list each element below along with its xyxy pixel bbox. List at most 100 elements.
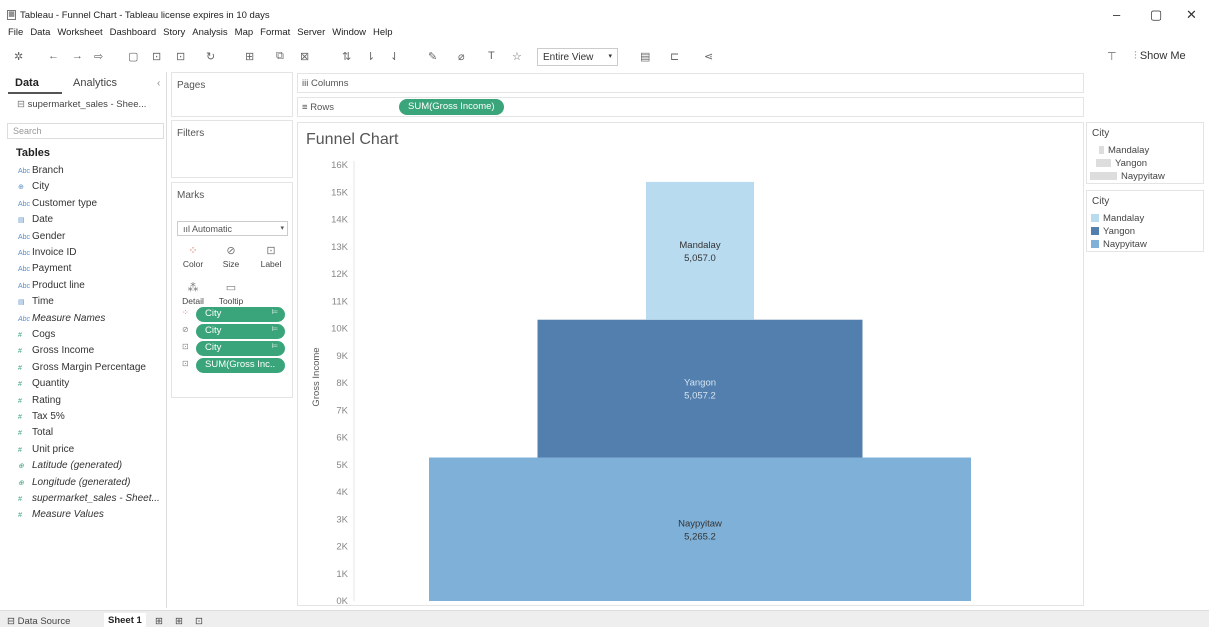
field-item[interactable]: Abc Payment — [18, 263, 71, 274]
size-legend-item[interactable]: Naypyitaw — [1090, 171, 1165, 182]
pages-card[interactable]: Pages — [171, 72, 293, 117]
rows-pill-gross-income[interactable]: SUM(Gross Income) — [399, 99, 504, 115]
size-legend-item[interactable]: Yangon — [1096, 158, 1147, 169]
color-legend-item[interactable]: Mandalay — [1091, 213, 1144, 224]
filters-card[interactable]: Filters — [171, 120, 293, 178]
maximize-button[interactable]: ▢ — [1150, 7, 1162, 23]
new-worksheet-icon[interactable]: ⊞ — [155, 616, 163, 627]
field-item[interactable]: Abc Product line — [18, 280, 85, 291]
columns-shelf[interactable]: iii Columns — [297, 73, 1084, 93]
tooltip-button[interactable]: ▭ Tooltip — [215, 280, 247, 306]
size-legend[interactable]: City Mandalay Yangon Naypyitaw — [1086, 122, 1204, 184]
show-me-button[interactable]: ⫶ Show Me — [1134, 50, 1186, 63]
field-item[interactable]: # supermarket_sales - Sheet... — [18, 493, 160, 504]
color-button[interactable]: ⁘ Color — [177, 243, 209, 269]
labels-icon[interactable]: T — [488, 50, 495, 62]
color-legend-item[interactable]: Yangon — [1091, 226, 1135, 237]
fix-axes-icon[interactable]: ☆ — [512, 50, 522, 63]
share-icon[interactable]: ⋖ — [704, 50, 713, 63]
detail-button[interactable]: ⁂ Detail — [177, 280, 209, 306]
color-legend[interactable]: City Mandalay Yangon Naypyitaw — [1086, 190, 1204, 252]
cards-icon[interactable]: ▤ — [640, 50, 650, 63]
menu-dashboard[interactable]: Dashboard — [110, 27, 156, 38]
minimize-button[interactable]: – — [1113, 7, 1120, 22]
label-button[interactable]: ⊡ Label — [255, 243, 287, 269]
close-button[interactable]: ✕ — [1186, 7, 1197, 23]
color-legend-label: Yangon — [1103, 226, 1136, 237]
new-worksheet-icon[interactable]: ⊞ — [245, 50, 254, 63]
redo-icon[interactable]: → — [72, 50, 83, 62]
tab-analytics[interactable]: Analytics — [73, 77, 117, 89]
field-item[interactable]: # Measure Values — [18, 509, 104, 520]
field-item[interactable]: # Tax 5% — [18, 411, 65, 422]
new-story-icon[interactable]: ⊡ — [195, 616, 203, 627]
menu-data[interactable]: Data — [30, 27, 50, 38]
sort-descending-icon[interactable]: ⇃ — [390, 50, 399, 63]
new-dashboard-icon[interactable]: ⊞ — [175, 616, 183, 627]
datasource-item[interactable]: ⊟ supermarket_sales - Shee... — [17, 99, 146, 110]
menu-analysis[interactable]: Analysis — [192, 27, 227, 38]
fit-dropdown[interactable]: Entire View ▾ — [537, 48, 618, 66]
field-item[interactable]: ⊕ Longitude (generated) — [18, 477, 130, 488]
menu-worksheet[interactable]: Worksheet — [57, 27, 102, 38]
field-item[interactable]: # Cogs — [18, 329, 55, 340]
pin-icon[interactable]: ⊤ — [1107, 50, 1117, 63]
field-item[interactable]: # Gross Income — [18, 345, 94, 356]
field-item[interactable]: Abc Measure Names — [18, 313, 105, 324]
clear-sheet-icon[interactable]: ⊠ — [300, 50, 309, 63]
marks-pill-size-city[interactable]: City ⊨ — [196, 324, 285, 339]
save-icon[interactable]: ▢ — [128, 50, 138, 63]
field-item[interactable]: Abc Invoice ID — [18, 247, 76, 258]
y-tick-label: 15K — [331, 187, 349, 198]
field-item[interactable]: Abc Branch — [18, 165, 64, 176]
new-datasource-icon[interactable]: ⊡ — [152, 50, 161, 63]
menu-format[interactable]: Format — [260, 27, 290, 38]
marks-pill-label-gross-income[interactable]: SUM(Gross Inc.. — [196, 358, 285, 373]
size-legend-item[interactable]: Mandalay — [1099, 145, 1149, 156]
replay-icon[interactable]: ⇨ — [94, 50, 103, 63]
menu-server[interactable]: Server — [297, 27, 325, 38]
color-legend-item[interactable]: Naypyitaw — [1091, 239, 1147, 250]
refresh-icon[interactable]: ↻ — [206, 50, 215, 63]
sheet-tab[interactable]: Sheet 1 — [104, 613, 146, 628]
field-item[interactable]: ▤ Time — [18, 296, 54, 307]
group-icon[interactable]: ⌀ — [458, 50, 465, 63]
tab-data[interactable]: Data — [15, 77, 39, 89]
field-type-icon: Abc — [18, 233, 31, 241]
field-item[interactable]: ⊕ City — [18, 181, 49, 192]
mark-type-dropdown[interactable]: ııl Automatic ▾ — [177, 221, 288, 236]
marks-pill-color-city[interactable]: City ⊨ — [196, 307, 285, 322]
field-type-icon: ⊕ — [18, 463, 24, 471]
field-item[interactable]: # Unit price — [18, 444, 74, 455]
marks-pill-label-city[interactable]: City ⊨ — [196, 341, 285, 356]
collapse-pane-icon[interactable]: ‹ — [157, 78, 160, 89]
duplicate-sheet-icon[interactable]: ⧉ — [276, 50, 284, 63]
search-input[interactable]: Search — [7, 123, 164, 139]
color-swatch — [1091, 227, 1099, 236]
field-item[interactable]: # Gross Margin Percentage — [18, 362, 146, 373]
fit-dropdown-value: Entire View — [543, 52, 594, 63]
menu-window[interactable]: Window — [332, 27, 366, 38]
field-item[interactable]: Abc Gender — [18, 231, 65, 242]
highlight-icon[interactable]: ✎ — [428, 50, 437, 63]
size-button[interactable]: ⊘ Size — [215, 243, 247, 269]
swap-icon[interactable]: ⇅ — [342, 50, 351, 63]
sort-ascending-icon[interactable]: ⇂ — [366, 50, 375, 63]
field-item[interactable]: ▤ Date — [18, 214, 53, 225]
menu-map[interactable]: Map — [235, 27, 253, 38]
presentation-icon[interactable]: ⊏ — [670, 50, 679, 63]
field-item[interactable]: # Rating — [18, 395, 61, 406]
field-label: Payment — [32, 263, 72, 275]
undo-icon[interactable]: ← — [48, 50, 59, 62]
pause-updates-icon[interactable]: ⊡ — [176, 50, 185, 63]
tableau-logo-icon[interactable]: ✲ — [14, 50, 23, 63]
menu-help[interactable]: Help — [373, 27, 393, 38]
menu-file[interactable]: File — [8, 27, 23, 38]
menu-story[interactable]: Story — [163, 27, 185, 38]
size-legend-label: Yangon — [1115, 158, 1148, 169]
field-item[interactable]: # Quantity — [18, 378, 69, 389]
datasource-tab[interactable]: ⊟ Data Source — [7, 616, 70, 627]
field-item[interactable]: ⊕ Latitude (generated) — [18, 460, 122, 471]
field-item[interactable]: Abc Customer type — [18, 198, 97, 209]
field-item[interactable]: # Total — [18, 427, 53, 438]
